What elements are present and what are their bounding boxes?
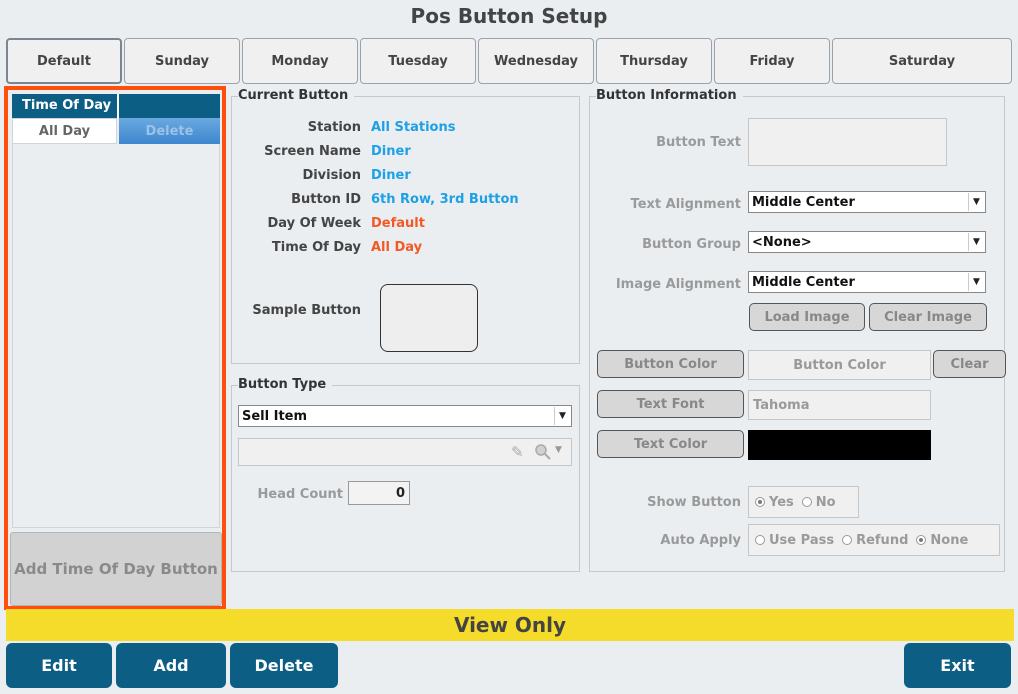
list-item[interactable]: All Day Delete bbox=[12, 118, 220, 144]
sample-button-label: Sample Button bbox=[252, 303, 361, 318]
text-font-value: Tahoma bbox=[748, 390, 931, 420]
auto-apply-label: Auto Apply bbox=[660, 533, 741, 548]
sample-button[interactable] bbox=[380, 284, 478, 352]
edit-button[interactable]: Edit bbox=[6, 643, 112, 688]
button-id-label: Button ID bbox=[291, 192, 361, 207]
pencil-icon[interactable]: ✎ bbox=[511, 443, 524, 461]
division-value: Diner bbox=[371, 168, 411, 183]
text-alignment-value: Middle Center bbox=[752, 194, 855, 210]
add-button[interactable]: Add bbox=[116, 643, 226, 688]
use-pass-radio[interactable]: Use Pass bbox=[755, 533, 834, 548]
screen-name-label: Screen Name bbox=[264, 144, 361, 159]
button-type-value: Sell Item bbox=[242, 408, 308, 424]
chevron-down-icon: ▼ bbox=[968, 193, 984, 211]
button-type-select[interactable]: Sell Item ▼ bbox=[238, 405, 572, 427]
show-button-radio-group: Yes No bbox=[748, 486, 859, 518]
image-alignment-label: Image Alignment bbox=[615, 277, 741, 292]
refund-radio[interactable]: Refund bbox=[842, 533, 908, 548]
time-of-day-header-label: Time Of Day bbox=[12, 94, 119, 118]
station-label: Station bbox=[307, 120, 361, 135]
chevron-down-icon: ▼ bbox=[968, 273, 984, 291]
tab-wednesday[interactable]: Wednesday bbox=[478, 38, 594, 84]
button-group-label: Button Group bbox=[642, 237, 741, 252]
screen-name-value: Diner bbox=[371, 144, 411, 159]
clear-color-button[interactable]: Clear bbox=[933, 350, 1006, 378]
tab-sunday[interactable]: Sunday bbox=[124, 38, 240, 84]
time-of-day-header: Time Of Day bbox=[12, 94, 220, 118]
chevron-down-icon: ▼ bbox=[554, 407, 570, 425]
time-of-day-list bbox=[12, 144, 220, 528]
button-id-value: 6th Row, 3rd Button bbox=[371, 192, 519, 207]
station-value: All Stations bbox=[371, 120, 456, 135]
tab-default[interactable]: Default bbox=[6, 38, 122, 84]
head-count-label: Head Count bbox=[257, 487, 344, 502]
add-time-of-day-button[interactable]: Add Time Of Day Button bbox=[10, 532, 222, 606]
current-button-title: Current Button bbox=[238, 88, 355, 103]
text-color-swatch bbox=[748, 430, 931, 460]
page-title: Pos Button Setup bbox=[410, 4, 608, 28]
view-only-banner: View Only bbox=[6, 609, 1014, 641]
time-of-day-label: Time Of Day bbox=[271, 240, 361, 255]
none-radio[interactable]: None bbox=[916, 533, 968, 548]
day-of-week-label: Day Of Week bbox=[267, 216, 361, 231]
auto-apply-radio-group: Use Pass Refund None bbox=[748, 524, 1000, 556]
time-of-day-panel: Time Of Day All Day Delete Add Time Of D… bbox=[4, 86, 226, 610]
text-alignment-select[interactable]: Middle Center ▼ bbox=[748, 191, 986, 213]
search-icon[interactable] bbox=[535, 444, 551, 460]
tab-monday[interactable]: Monday bbox=[242, 38, 358, 84]
head-count-input[interactable]: 0 bbox=[348, 481, 410, 505]
time-of-day-name[interactable]: All Day bbox=[12, 118, 117, 144]
tab-tuesday[interactable]: Tuesday bbox=[360, 38, 476, 84]
button-group-select[interactable]: <None> ▼ bbox=[748, 231, 986, 253]
button-text-label: Button Text bbox=[656, 135, 741, 150]
time-of-day-value: All Day bbox=[371, 240, 423, 255]
button-text-input[interactable] bbox=[748, 118, 947, 166]
image-alignment-value: Middle Center bbox=[752, 274, 855, 290]
button-type-title: Button Type bbox=[238, 377, 333, 392]
tab-saturday[interactable]: Saturday bbox=[832, 38, 1012, 84]
text-alignment-label: Text Alignment bbox=[630, 197, 741, 212]
day-of-week-value: Default bbox=[371, 216, 425, 231]
exit-button[interactable]: Exit bbox=[904, 643, 1011, 688]
item-lookup-field[interactable]: ✎ ▼ bbox=[238, 438, 572, 466]
button-group-value: <None> bbox=[752, 234, 812, 250]
text-font-button[interactable]: Text Font bbox=[597, 390, 744, 418]
clear-image-button[interactable]: Clear Image bbox=[869, 303, 987, 331]
show-no-radio[interactable]: No bbox=[801, 495, 836, 510]
show-yes-radio[interactable]: Yes bbox=[755, 495, 794, 510]
division-label: Division bbox=[302, 168, 361, 183]
button-information-title: Button Information bbox=[596, 88, 743, 103]
delete-time-of-day-button[interactable]: Delete bbox=[118, 118, 220, 144]
button-color-swatch: Button Color bbox=[748, 350, 931, 380]
show-button-label: Show Button bbox=[647, 495, 741, 510]
tab-friday[interactable]: Friday bbox=[714, 38, 830, 84]
chevron-down-icon[interactable]: ▼ bbox=[555, 445, 562, 455]
tab-thursday[interactable]: Thursday bbox=[596, 38, 712, 84]
chevron-down-icon: ▼ bbox=[968, 233, 984, 251]
load-image-button[interactable]: Load Image bbox=[749, 303, 865, 331]
image-alignment-select[interactable]: Middle Center ▼ bbox=[748, 271, 986, 293]
delete-button[interactable]: Delete bbox=[230, 643, 338, 688]
button-color-button[interactable]: Button Color bbox=[597, 350, 744, 378]
text-color-button[interactable]: Text Color bbox=[597, 430, 744, 458]
